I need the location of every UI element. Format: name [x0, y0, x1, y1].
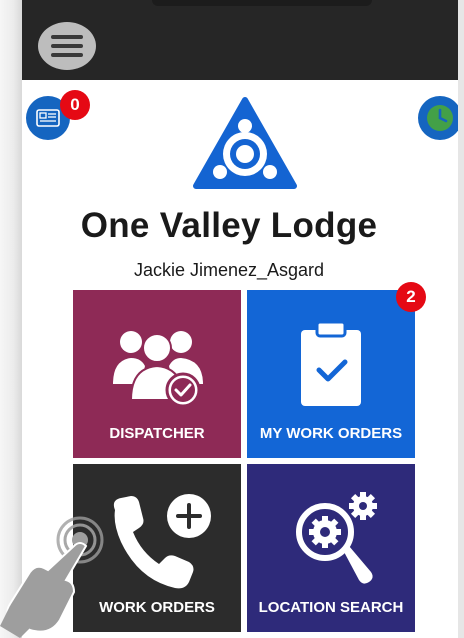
device-notch [152, 0, 372, 6]
my-work-orders-label: MY WORK ORDERS [259, 425, 403, 442]
dispatcher-tile[interactable]: DISPATCHER [73, 290, 241, 458]
dispatcher-label: DISPATCHER [109, 425, 205, 442]
tap-hint-hand-icon [0, 516, 104, 638]
clock-icon [427, 105, 453, 131]
clipboard-check-icon [301, 320, 361, 406]
location-search-tile[interactable]: LOCATION SEARCH [247, 464, 415, 632]
organization-name: One Valley Lodge [80, 206, 378, 245]
id-card-icon [36, 109, 60, 127]
my-work-orders-count-badge: 2 [396, 282, 426, 312]
my-work-orders-tile[interactable]: MY WORK ORDERS [247, 290, 415, 458]
hamburger-menu-icon[interactable] [38, 22, 96, 70]
clock-button[interactable] [418, 96, 458, 140]
users-check-icon [113, 331, 203, 408]
company-logo [193, 97, 297, 189]
gear-search-icon [296, 492, 377, 584]
user-name: Jackie Jimenez_Asgard [133, 260, 325, 280]
location-search-label: LOCATION SEARCH [258, 599, 404, 616]
phone-add-icon [113, 494, 211, 589]
device-frame-right [458, 0, 464, 638]
id-card-count-badge: 0 [60, 90, 90, 120]
top-bar [22, 0, 458, 80]
